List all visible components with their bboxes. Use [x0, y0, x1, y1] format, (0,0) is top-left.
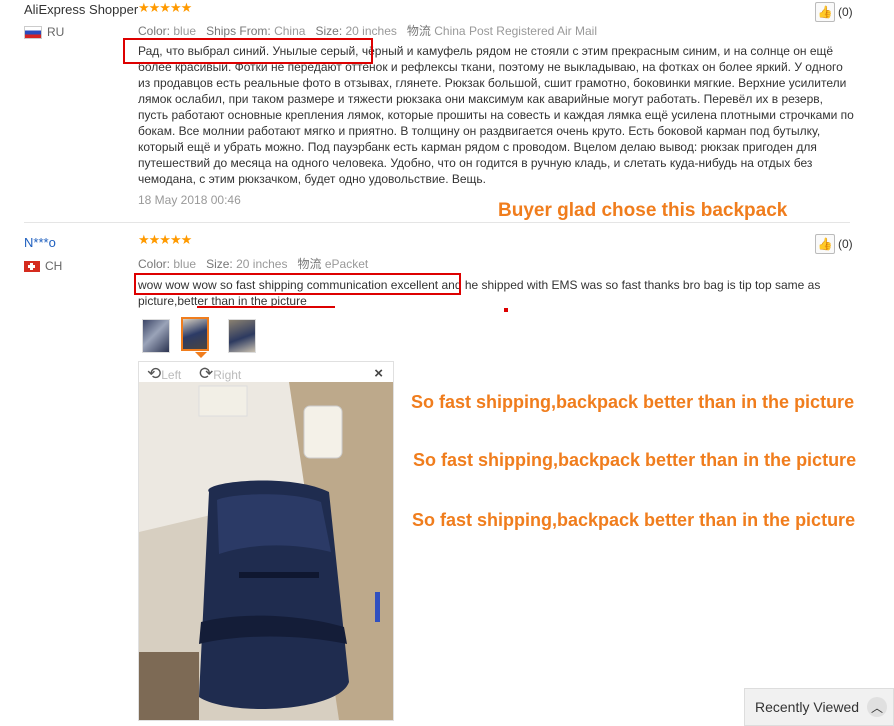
- attr-value: blue: [173, 257, 197, 271]
- attr-value: 20 inches: [236, 257, 288, 271]
- like-count: (0): [838, 5, 853, 19]
- close-icon[interactable]: ×: [374, 365, 383, 382]
- attr-label: 物流: [406, 24, 431, 38]
- annotation-note-2: So fast shipping,backpack better than in…: [411, 392, 855, 412]
- review-1-attributes: Color: blue Ships From: China Size: 20 i…: [138, 22, 597, 39]
- selected-pointer: [195, 352, 207, 358]
- review-1-like[interactable]: 👍 (0): [815, 2, 853, 22]
- review-1-text: Рад, что выбрал синий. Унылые серый, чёр…: [138, 44, 854, 186]
- recently-viewed-label: Recently Viewed: [755, 699, 860, 715]
- annotation-note-4: So fast shipping,backpack better than in…: [412, 510, 856, 530]
- highlight-box: [134, 273, 461, 295]
- divider: [24, 222, 850, 223]
- attr-value: blue: [173, 24, 197, 38]
- review-2-attributes: Color: blue Size: 20 inches 物流 ePacket: [138, 255, 368, 272]
- annotation-note-1: Buyer glad chose this backpack: [498, 200, 788, 221]
- rotate-right-button[interactable]: ⟳Right: [199, 364, 241, 384]
- highlight-box: [123, 38, 373, 64]
- photo-thumbnail[interactable]: [142, 319, 170, 353]
- review-1-date: 18 May 2018 00:46: [138, 193, 241, 207]
- attr-value: China: [274, 24, 306, 38]
- review-1-stars: ★★★★★: [138, 0, 192, 15]
- recently-viewed-button[interactable]: Recently Viewed ︿: [744, 688, 894, 726]
- country-code: CH: [45, 259, 63, 273]
- chevron-up-icon: ︿: [867, 697, 888, 717]
- review-1-country: RU: [24, 25, 65, 40]
- attr-label: Ships From:: [206, 24, 271, 38]
- flag-ch-icon: [24, 261, 40, 273]
- highlight-underline: [197, 306, 335, 308]
- attr-label: Size:: [206, 257, 233, 271]
- attr-value: ePacket: [324, 257, 369, 271]
- review-photo[interactable]: [139, 382, 393, 720]
- like-count: (0): [838, 237, 853, 251]
- thumbs-up-icon[interactable]: 👍: [815, 2, 835, 22]
- image-viewer: ⟲Left ⟳Right ×: [138, 361, 394, 721]
- attr-label: 物流: [297, 257, 322, 271]
- rotate-right-icon: ⟳: [199, 364, 214, 383]
- rotate-left-button[interactable]: ⟲Left: [147, 364, 181, 384]
- attr-value: 20 inches: [345, 24, 397, 38]
- attr-label: Size:: [315, 24, 343, 38]
- rotate-right-label: Right: [213, 368, 242, 382]
- stray-mark: [504, 308, 508, 312]
- attr-label: Color:: [138, 24, 171, 38]
- review-2-stars: ★★★★★: [138, 232, 192, 247]
- rotate-left-label: Left: [161, 368, 182, 382]
- annotation-note-3: So fast shipping,backpack better than in…: [413, 450, 857, 470]
- review-1-author: AliExpress Shopper: [24, 2, 139, 17]
- backpack-photo-art: [139, 382, 393, 720]
- photo-thumbnail[interactable]: [228, 319, 256, 353]
- flag-ru-icon: [24, 26, 42, 40]
- thumbs-up-icon[interactable]: 👍: [815, 234, 835, 254]
- review-2-author[interactable]: N***o: [24, 235, 56, 250]
- review-2-country: CH: [24, 259, 62, 273]
- photo-thumbnail-selected[interactable]: [181, 317, 209, 351]
- country-code: RU: [47, 25, 65, 39]
- attr-value: China Post Registered Air Mail: [434, 24, 597, 38]
- rotate-left-icon: ⟲: [147, 364, 162, 383]
- attr-label: Color:: [138, 257, 171, 271]
- review-2-like[interactable]: 👍 (0): [815, 234, 853, 254]
